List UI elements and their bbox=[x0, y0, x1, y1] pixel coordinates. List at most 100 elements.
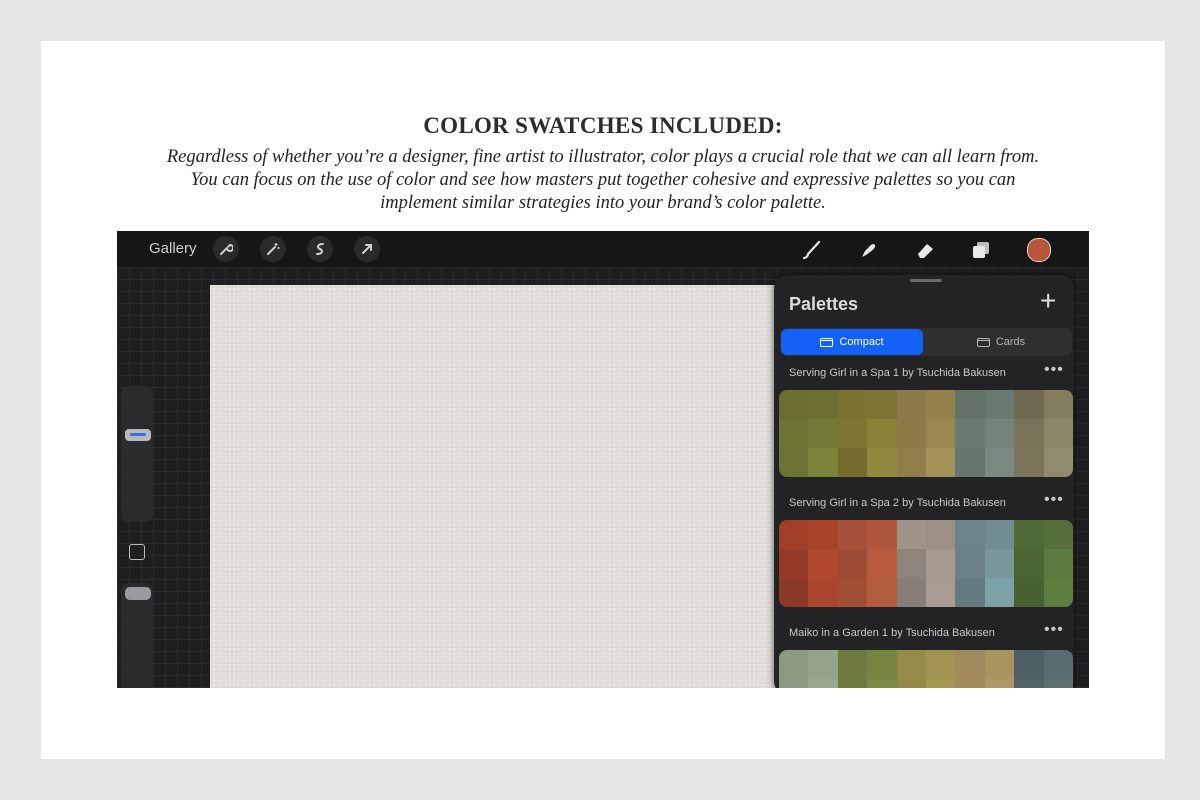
palette-swatches[interactable] bbox=[779, 650, 1073, 688]
more-options-button[interactable]: ••• bbox=[1044, 491, 1064, 509]
color-swatch[interactable] bbox=[1014, 390, 1044, 419]
color-swatch[interactable] bbox=[808, 448, 838, 477]
color-swatch[interactable] bbox=[837, 650, 868, 679]
color-swatch[interactable] bbox=[779, 549, 809, 578]
color-swatch[interactable] bbox=[1014, 419, 1044, 448]
color-swatch[interactable] bbox=[896, 419, 926, 448]
selection-icon[interactable] bbox=[307, 236, 333, 262]
brush-size-slider[interactable] bbox=[121, 386, 153, 522]
color-swatch[interactable] bbox=[925, 650, 956, 679]
color-swatch[interactable] bbox=[867, 549, 897, 578]
color-swatch[interactable] bbox=[896, 390, 926, 419]
gallery-button[interactable]: Gallery bbox=[149, 240, 197, 257]
color-swatch[interactable] bbox=[925, 679, 956, 688]
color-swatch[interactable] bbox=[837, 578, 868, 607]
magic-wand-icon[interactable] bbox=[260, 236, 286, 262]
color-swatch[interactable] bbox=[1014, 650, 1044, 679]
color-swatch[interactable] bbox=[984, 448, 1015, 477]
color-swatch[interactable] bbox=[1043, 578, 1073, 607]
color-swatch[interactable] bbox=[1043, 679, 1073, 688]
color-swatch[interactable] bbox=[955, 520, 985, 549]
color-swatch[interactable] bbox=[867, 448, 897, 477]
color-swatch[interactable] bbox=[808, 419, 838, 448]
color-swatch[interactable] bbox=[779, 650, 809, 679]
panel-grabber[interactable] bbox=[910, 279, 942, 282]
color-swatch[interactable] bbox=[925, 419, 956, 448]
color-swatch[interactable] bbox=[779, 679, 809, 688]
color-swatch[interactable] bbox=[1043, 549, 1073, 578]
color-swatch[interactable] bbox=[867, 390, 897, 419]
color-swatch[interactable] bbox=[808, 679, 838, 688]
color-swatch[interactable] bbox=[984, 679, 1015, 688]
color-swatch[interactable] bbox=[1043, 448, 1073, 477]
color-swatch[interactable] bbox=[867, 419, 897, 448]
eraser-icon[interactable] bbox=[912, 237, 938, 263]
current-color-button[interactable] bbox=[1027, 238, 1051, 262]
opacity-handle[interactable] bbox=[125, 587, 151, 600]
color-swatch[interactable] bbox=[984, 578, 1015, 607]
color-swatch[interactable] bbox=[779, 578, 809, 607]
modify-button[interactable] bbox=[129, 544, 145, 560]
color-swatch[interactable] bbox=[867, 578, 897, 607]
color-swatch[interactable] bbox=[984, 549, 1015, 578]
compact-tab[interactable]: Compact bbox=[781, 329, 923, 355]
color-swatch[interactable] bbox=[955, 390, 985, 419]
color-swatch[interactable] bbox=[808, 390, 838, 419]
palette-swatches[interactable] bbox=[779, 390, 1073, 477]
color-swatch[interactable] bbox=[984, 520, 1015, 549]
color-swatch[interactable] bbox=[1014, 679, 1044, 688]
color-swatch[interactable] bbox=[984, 419, 1015, 448]
more-options-button[interactable]: ••• bbox=[1044, 361, 1064, 379]
color-swatch[interactable] bbox=[837, 520, 868, 549]
color-swatch[interactable] bbox=[896, 448, 926, 477]
transform-arrow-icon[interactable] bbox=[354, 236, 380, 262]
color-swatch[interactable] bbox=[896, 520, 926, 549]
color-swatch[interactable] bbox=[1043, 520, 1073, 549]
paper-canvas[interactable] bbox=[210, 285, 830, 688]
color-swatch[interactable] bbox=[837, 390, 868, 419]
color-swatch[interactable] bbox=[837, 419, 868, 448]
color-swatch[interactable] bbox=[808, 578, 838, 607]
color-swatch[interactable] bbox=[837, 448, 868, 477]
color-swatch[interactable] bbox=[955, 650, 985, 679]
color-swatch[interactable] bbox=[896, 679, 926, 688]
brush-icon[interactable] bbox=[798, 237, 824, 263]
color-swatch[interactable] bbox=[955, 679, 985, 688]
color-swatch[interactable] bbox=[779, 448, 809, 477]
color-swatch[interactable] bbox=[808, 520, 838, 549]
cards-tab[interactable]: Cards bbox=[930, 329, 1072, 355]
color-swatch[interactable] bbox=[867, 650, 897, 679]
color-swatch[interactable] bbox=[896, 650, 926, 679]
color-swatch[interactable] bbox=[925, 390, 956, 419]
color-swatch[interactable] bbox=[955, 448, 985, 477]
color-swatch[interactable] bbox=[867, 679, 897, 688]
color-swatch[interactable] bbox=[837, 549, 868, 578]
layers-icon[interactable] bbox=[968, 237, 994, 263]
color-swatch[interactable] bbox=[808, 549, 838, 578]
color-swatch[interactable] bbox=[779, 520, 809, 549]
color-swatch[interactable] bbox=[984, 650, 1015, 679]
color-swatch[interactable] bbox=[896, 578, 926, 607]
add-palette-button[interactable]: + bbox=[1040, 287, 1056, 315]
smudge-icon[interactable] bbox=[855, 237, 881, 263]
color-swatch[interactable] bbox=[779, 390, 809, 419]
color-swatch[interactable] bbox=[925, 549, 956, 578]
color-swatch[interactable] bbox=[925, 448, 956, 477]
palette-swatches[interactable] bbox=[779, 520, 1073, 607]
color-swatch[interactable] bbox=[925, 578, 956, 607]
more-options-button[interactable]: ••• bbox=[1044, 621, 1064, 639]
color-swatch[interactable] bbox=[1043, 419, 1073, 448]
color-swatch[interactable] bbox=[896, 549, 926, 578]
color-swatch[interactable] bbox=[867, 520, 897, 549]
wrench-icon[interactable] bbox=[213, 236, 239, 262]
color-swatch[interactable] bbox=[955, 578, 985, 607]
color-swatch[interactable] bbox=[984, 390, 1015, 419]
color-swatch[interactable] bbox=[955, 549, 985, 578]
color-swatch[interactable] bbox=[1014, 549, 1044, 578]
color-swatch[interactable] bbox=[925, 520, 956, 549]
color-swatch[interactable] bbox=[1014, 448, 1044, 477]
color-swatch[interactable] bbox=[808, 650, 838, 679]
color-swatch[interactable] bbox=[779, 419, 809, 448]
color-swatch[interactable] bbox=[837, 679, 868, 688]
brush-size-handle[interactable] bbox=[125, 429, 151, 441]
